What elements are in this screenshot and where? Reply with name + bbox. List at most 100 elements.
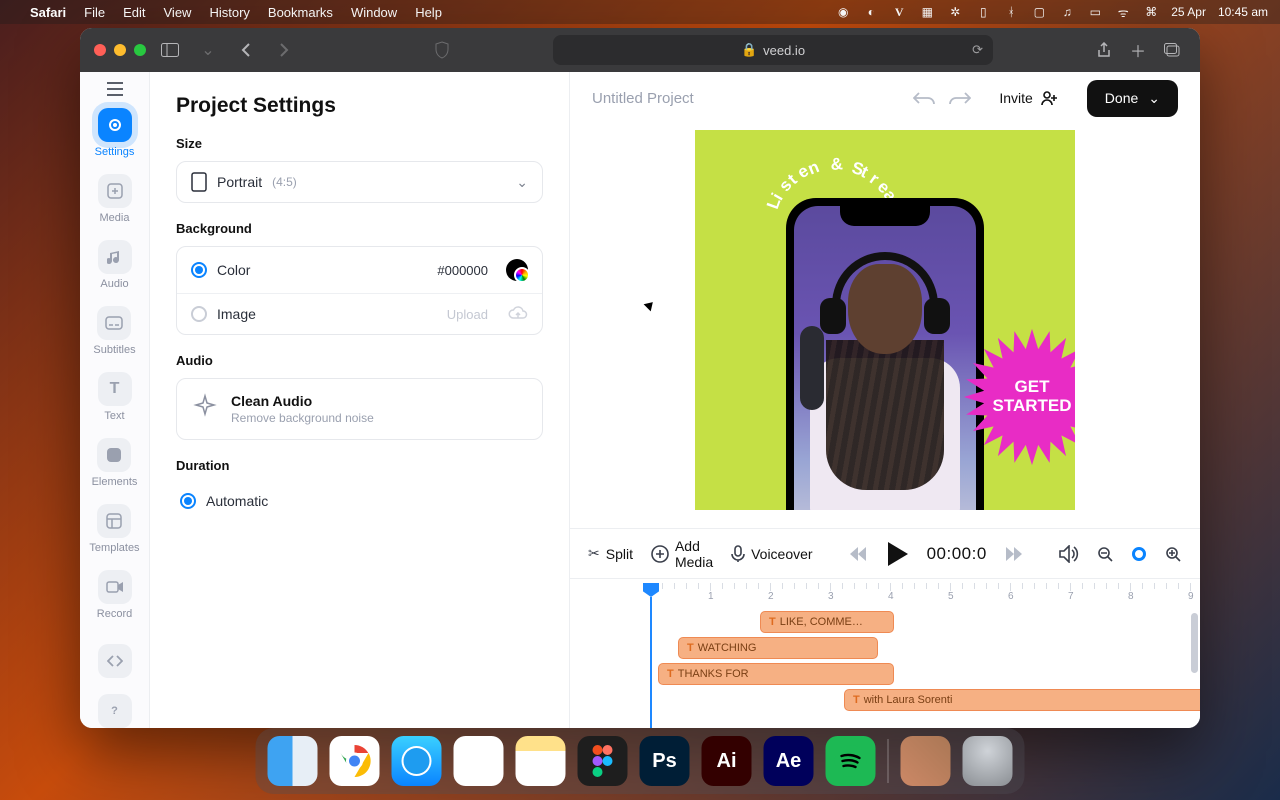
dock-notes[interactable] [516,736,566,786]
timeline-clip[interactable]: TTHANKS FOR [658,663,894,685]
project-name[interactable]: Untitled Project [592,90,694,107]
timeline[interactable]: TLIKE, COMME… TWATCHING TTHANKS FOR Twith L… [570,578,1200,728]
dock-slack[interactable]: ✱ [454,736,504,786]
sidebar-toggle-icon[interactable] [156,36,184,64]
timeline-clip[interactable]: TWATCHING [678,637,878,659]
radio-image[interactable] [191,306,207,322]
hamburger-icon[interactable] [99,82,131,96]
menu-window[interactable]: Window [351,5,397,20]
headphones-icon[interactable]: ♫ [1059,4,1075,20]
timecode: 00:00:0 [927,544,987,564]
chevron-down-icon[interactable]: ⌄ [194,36,222,64]
background-image-row[interactable]: Image Upload [177,293,542,334]
menu-history[interactable]: History [209,5,249,20]
nav-text[interactable]: T Text [98,368,132,426]
timeline-ruler[interactable] [570,579,1200,603]
menu-bookmarks[interactable]: Bookmarks [268,5,333,20]
nav-record[interactable]: Record [97,566,132,624]
new-tab-icon[interactable]: ＋ [1124,36,1152,64]
size-dropdown[interactable]: Portrait (4:5) ⌄ [176,161,543,203]
control-center-icon[interactable]: ⌘ [1143,4,1159,20]
invite-button[interactable]: Invite [985,82,1072,114]
redo-button[interactable] [949,91,971,105]
duration-automatic-row[interactable]: Automatic [176,483,543,509]
dock-figma[interactable] [578,736,628,786]
dock-aftereffects[interactable]: Ae [764,736,814,786]
tabs-overview-icon[interactable] [1158,36,1186,64]
volume-icon[interactable] [1059,545,1079,563]
menubar-date[interactable]: 25 Apr [1171,5,1206,19]
status-icon-asterisk[interactable]: ✲ [947,4,963,20]
timeline-clip[interactable]: Twith Laura Sorenti [844,689,1200,711]
timeline-clip[interactable]: TLIKE, COMME… [760,611,894,633]
nav-media[interactable]: Media [98,170,132,228]
dock-finder[interactable] [268,736,318,786]
nav-settings[interactable]: Settings [95,104,135,162]
timeline-scrollbar[interactable] [1191,613,1198,673]
back-button[interactable] [232,36,260,64]
radio-automatic[interactable] [180,493,196,509]
burst-line2: STARTED [992,397,1071,416]
done-button[interactable]: Done ⌄ [1087,80,1178,117]
radio-color[interactable] [191,262,207,278]
display-icon[interactable]: ▢ [1031,4,1047,20]
reload-icon[interactable]: ⟳ [972,42,983,58]
settings-panel: Project Settings Size Portrait (4:5) ⌄ B… [150,72,570,728]
zoom-in-button[interactable] [1165,546,1181,562]
dock-recent-item[interactable] [901,736,951,786]
battery-icon[interactable]: ▭ [1087,4,1103,20]
status-icon-box[interactable]: ▯ [975,4,991,20]
clean-audio-sub: Remove background noise [231,411,374,425]
status-icon-grid[interactable]: ▦ [919,4,935,20]
skip-forward-button[interactable] [1005,546,1023,562]
address-bar[interactable]: 🔒 veed.io ⟳ [466,35,1080,65]
nav-templates[interactable]: Templates [89,500,139,558]
dock-trash[interactable] [963,736,1013,786]
status-icon-v[interactable]: V [891,4,907,20]
menu-help[interactable]: Help [415,5,442,20]
burst-badge[interactable]: GET STARTED [961,326,1075,468]
add-media-button[interactable]: Add Media [651,538,713,570]
dock-chrome[interactable] [330,736,380,786]
menubar-time[interactable]: 10:45 am [1218,5,1268,19]
nav-subtitles[interactable]: Subtitles [93,302,135,360]
menu-view[interactable]: View [164,5,192,20]
phone-mockup[interactable] [786,198,984,510]
share-icon[interactable] [1090,36,1118,64]
upload-icon[interactable] [508,306,528,322]
lock-icon: 🔒 [741,42,757,58]
dock-safari[interactable] [392,736,442,786]
zoom-out-button[interactable] [1097,546,1113,562]
forward-button[interactable] [270,36,298,64]
play-button[interactable] [885,541,909,567]
split-button[interactable]: ✂ Split [588,545,633,562]
bluetooth-icon[interactable]: ᚼ [1003,4,1019,20]
voiceover-button[interactable]: Voiceover [731,545,812,563]
nav-elements[interactable]: Elements [92,434,138,492]
menu-edit[interactable]: Edit [123,5,145,20]
nav-help[interactable]: ? [98,690,132,728]
skip-back-button[interactable] [849,546,867,562]
dock-illustrator[interactable]: Ai [702,736,752,786]
window-close-button[interactable] [94,44,106,56]
color-swatch[interactable] [506,259,528,281]
timeline-tracks[interactable]: TLIKE, COMME…TWATCHINGTTHANKS FORTwith L… [570,605,1188,728]
nav-audio[interactable]: Audio [98,236,132,294]
video-canvas[interactable]: Listen & Stream Now On [695,130,1075,510]
status-icon-1[interactable]: ◐ [863,4,879,20]
chevron-down-icon: ⌄ [516,174,528,191]
clean-audio-button[interactable]: Clean Audio Remove background noise [176,378,543,440]
dock-spotify[interactable] [826,736,876,786]
nav-collapse[interactable] [98,640,132,682]
undo-button[interactable] [913,91,935,105]
menu-file[interactable]: File [84,5,105,20]
window-maximize-button[interactable] [134,44,146,56]
dock-photoshop[interactable]: Ps [640,736,690,786]
wifi-icon[interactable]: ᯤ [1115,4,1131,20]
background-color-row[interactable]: Color #000000 [177,247,542,293]
record-icon[interactable]: ◉ [835,4,851,20]
shield-icon[interactable] [428,36,456,64]
menubar-app-name[interactable]: Safari [30,5,66,20]
canvas-area[interactable]: Listen & Stream Now On [570,124,1200,528]
window-minimize-button[interactable] [114,44,126,56]
